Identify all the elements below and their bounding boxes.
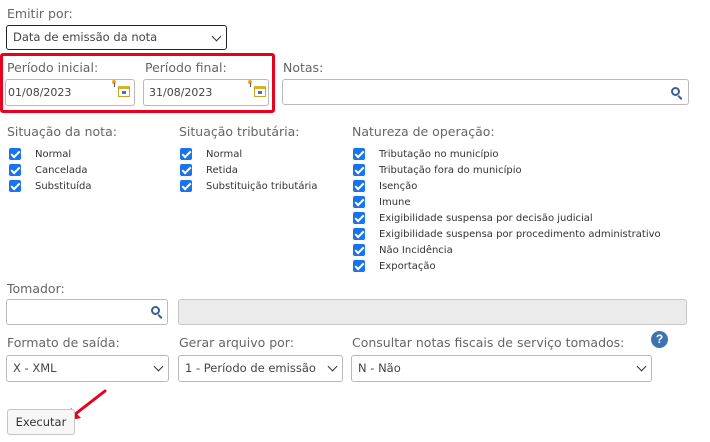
tomador-nome-field xyxy=(178,299,687,325)
emitir-por-value: Data de emissão da nota xyxy=(13,30,158,44)
checkbox-checked-icon[interactable] xyxy=(353,196,365,208)
chevron-down-icon xyxy=(636,361,647,372)
help-icon[interactable]: ? xyxy=(651,331,668,348)
situacao-nota-group: Normal Cancelada Substituída xyxy=(9,146,91,194)
consultar-tomados-select[interactable]: N - Não xyxy=(351,355,652,382)
checkbox-label: Normal xyxy=(35,148,72,160)
checkbox-label: Exigibilidade suspensa por procedimento … xyxy=(379,228,661,240)
chevron-down-icon xyxy=(211,31,222,42)
checkbox-checked-icon[interactable] xyxy=(353,180,365,192)
emitir-por-label: Emitir por: xyxy=(7,6,73,21)
checkbox-label: Exigibilidade suspensa por decisão judic… xyxy=(379,212,593,224)
checkbox-normal[interactable]: Normal xyxy=(180,146,317,162)
periodo-final-label: Período final: xyxy=(145,60,227,75)
checkbox-label: Exportação xyxy=(379,260,436,272)
checkbox-label: Tributação no município xyxy=(379,148,499,160)
checkbox-exig-administrativo[interactable]: Exigibilidade suspensa por procedimento … xyxy=(353,226,661,242)
checkbox-label: Cancelada xyxy=(35,164,88,176)
situacao-tributaria-group: Normal Retida Substituição tributária xyxy=(180,146,317,194)
search-icon[interactable] xyxy=(671,87,680,96)
periodo-final-value: 31/08/2023 xyxy=(149,86,213,99)
checkbox-checked-icon[interactable] xyxy=(180,180,192,192)
checkbox-checked-icon[interactable] xyxy=(353,148,365,160)
checkbox-label: Normal xyxy=(206,148,243,160)
checkbox-label: Imune xyxy=(379,196,411,208)
checkbox-exportacao[interactable]: Exportação xyxy=(353,258,661,274)
situacao-tributaria-label: Situação tributária: xyxy=(179,124,300,139)
checkbox-imune[interactable]: Imune xyxy=(353,194,661,210)
checkbox-checked-icon[interactable] xyxy=(9,164,21,176)
search-icon[interactable] xyxy=(151,306,160,315)
natureza-operacao-group: Tributação no município Tributação fora … xyxy=(353,146,661,274)
gerar-arquivo-select[interactable]: 1 - Período de emissão xyxy=(178,355,343,382)
checkbox-cancelada[interactable]: Cancelada xyxy=(9,162,91,178)
checkbox-checked-icon[interactable] xyxy=(353,228,365,240)
emitir-por-select[interactable]: Data de emissão da nota xyxy=(6,25,227,50)
checkbox-retida[interactable]: Retida xyxy=(180,162,317,178)
checkbox-label: Tributação fora do município xyxy=(379,164,522,176)
notas-input[interactable] xyxy=(282,79,689,105)
checkbox-nao-incidencia[interactable]: Não Incidência xyxy=(353,242,661,258)
checkbox-checked-icon[interactable] xyxy=(9,180,21,192)
checkbox-label: Substituição tributária xyxy=(206,180,318,192)
checkbox-checked-icon[interactable] xyxy=(353,244,365,256)
calendar-icon[interactable] xyxy=(118,86,130,97)
gerar-arquivo-value: 1 - Período de emissão xyxy=(185,361,316,375)
periodo-inicial-value: 01/08/2023 xyxy=(8,86,72,99)
pin-icon xyxy=(248,80,252,87)
checkbox-exig-judicial[interactable]: Exigibilidade suspensa por decisão judic… xyxy=(353,210,661,226)
checkbox-tributacao-fora[interactable]: Tributação fora do município xyxy=(353,162,661,178)
checkbox-label: Retida xyxy=(206,164,238,176)
checkbox-checked-icon[interactable] xyxy=(180,148,192,160)
checkbox-label: Isenção xyxy=(379,180,418,192)
situacao-nota-label: Situação da nota: xyxy=(7,124,117,139)
tomador-input[interactable] xyxy=(6,299,168,325)
executar-button[interactable]: Executar xyxy=(7,409,75,435)
consultar-tomados-label: Consultar notas fiscais de serviço tomad… xyxy=(352,335,625,350)
formato-saida-value: X - XML xyxy=(13,361,57,375)
checkbox-checked-icon[interactable] xyxy=(180,164,192,176)
notas-label: Notas: xyxy=(283,60,324,75)
checkbox-isencao[interactable]: Isenção xyxy=(353,178,661,194)
pin-icon xyxy=(112,80,116,87)
checkbox-substituicao-tributaria[interactable]: Substituição tributária xyxy=(180,178,317,194)
checkbox-normal[interactable]: Normal xyxy=(9,146,91,162)
consultar-tomados-value: N - Não xyxy=(358,361,401,375)
formato-saida-label: Formato de saída: xyxy=(7,335,120,350)
checkbox-label: Substituída xyxy=(35,180,92,192)
chevron-down-icon xyxy=(327,361,338,372)
chevron-down-icon xyxy=(153,361,164,372)
checkbox-checked-icon[interactable] xyxy=(9,148,21,160)
gerar-arquivo-label: Gerar arquivo por: xyxy=(179,335,294,350)
tomador-label: Tomador: xyxy=(7,281,65,296)
formato-saida-select[interactable]: X - XML xyxy=(6,355,169,382)
calendar-icon[interactable] xyxy=(254,86,266,97)
natureza-operacao-label: Natureza de operação: xyxy=(352,124,495,139)
checkbox-substituida[interactable]: Substituída xyxy=(9,178,91,194)
checkbox-checked-icon[interactable] xyxy=(353,164,365,176)
periodo-inicial-label: Período inicial: xyxy=(7,60,99,75)
checkbox-tributacao-municipio[interactable]: Tributação no município xyxy=(353,146,661,162)
checkbox-label: Não Incidência xyxy=(379,244,453,256)
checkbox-checked-icon[interactable] xyxy=(353,212,365,224)
checkbox-checked-icon[interactable] xyxy=(353,260,365,272)
